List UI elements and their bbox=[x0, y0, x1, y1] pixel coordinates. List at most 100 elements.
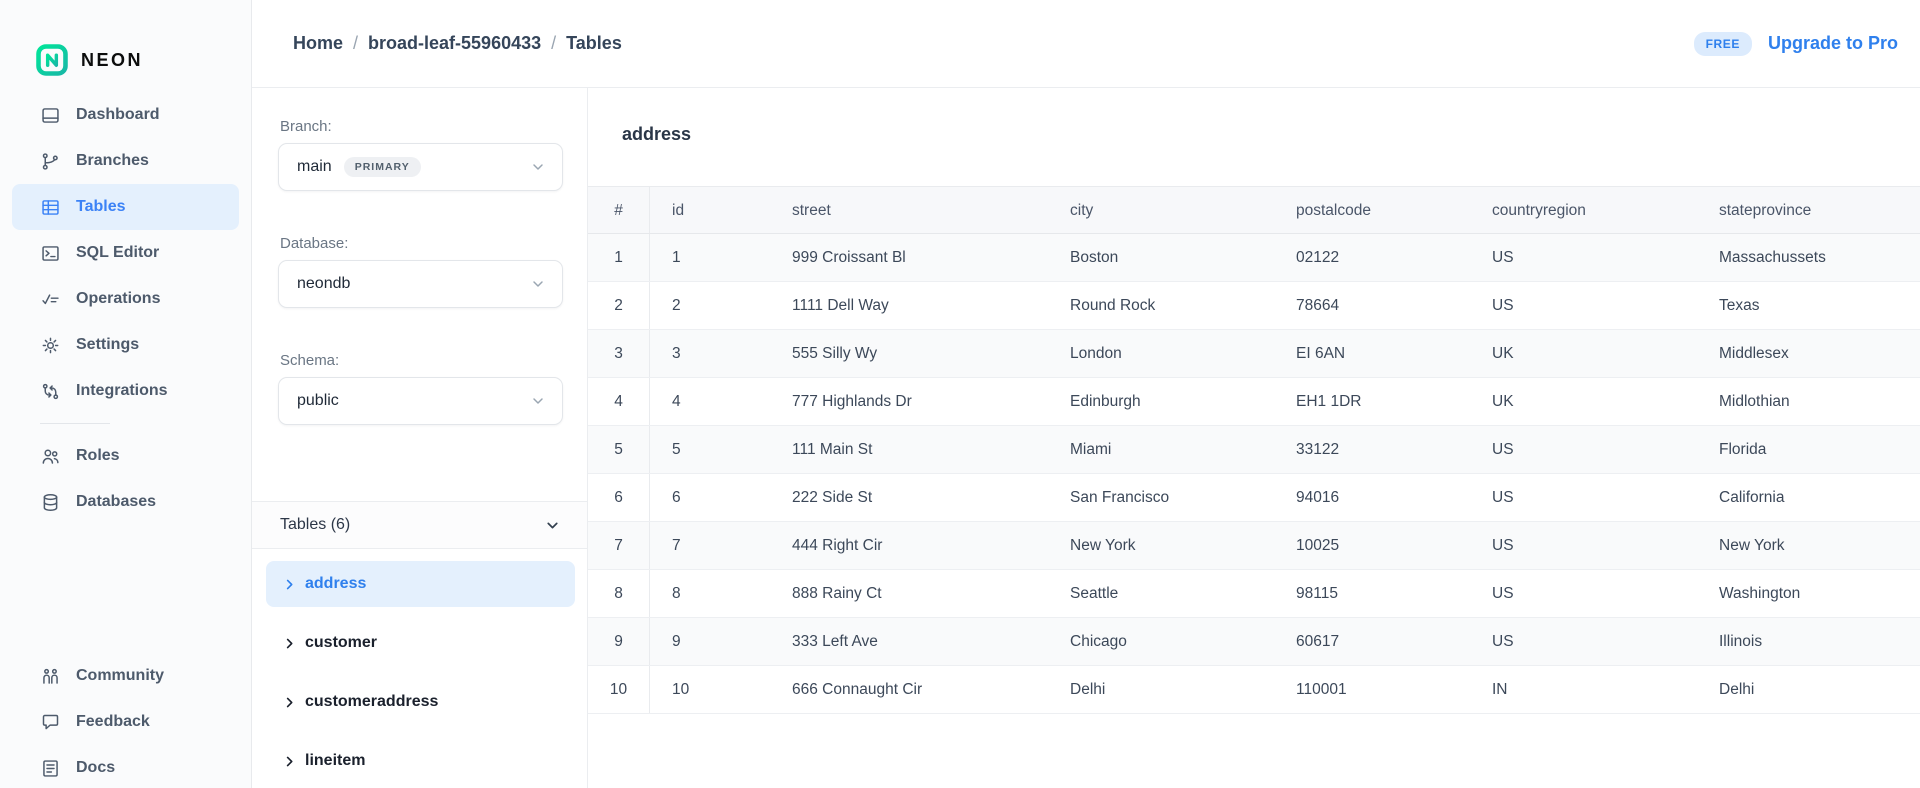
sidebar-item-tables[interactable]: Tables bbox=[12, 184, 239, 230]
cell: 2 bbox=[588, 282, 650, 329]
cell: IN bbox=[1470, 666, 1697, 713]
sidebar-item-label: Feedback bbox=[76, 713, 150, 731]
cell: 2 bbox=[650, 282, 770, 329]
cell: EI 6AN bbox=[1274, 330, 1470, 377]
cell: 5 bbox=[650, 426, 770, 473]
cell: 1111 Dell Way bbox=[770, 282, 1048, 329]
cell: Chicago bbox=[1048, 618, 1274, 665]
sidebar-item-label: Community bbox=[76, 667, 164, 685]
table-item-label: address bbox=[305, 575, 366, 593]
docs-icon bbox=[40, 758, 61, 779]
chevron-right-icon bbox=[282, 636, 297, 651]
cell: EH1 1DR bbox=[1274, 378, 1470, 425]
chevron-down-icon bbox=[544, 517, 561, 534]
column-header-row-number: # bbox=[588, 187, 650, 233]
schema-select[interactable]: public bbox=[278, 377, 563, 425]
integrations-icon bbox=[40, 381, 61, 402]
cell: Edinburgh bbox=[1048, 378, 1274, 425]
schema-label: Schema: bbox=[280, 352, 587, 369]
table-row: 33555 Silly WyLondonEI 6ANUKMiddlesex bbox=[588, 330, 1920, 378]
breadcrumb-project[interactable]: broad-leaf-55960433 bbox=[368, 33, 541, 54]
cell: 111 Main St bbox=[770, 426, 1048, 473]
cell: 7 bbox=[588, 522, 650, 569]
sidebar-item-integrations[interactable]: Integrations bbox=[12, 368, 239, 414]
cell: 9 bbox=[588, 618, 650, 665]
cell: 10 bbox=[588, 666, 650, 713]
column-header-countryregion: countryregion bbox=[1470, 187, 1697, 233]
database-value: neondb bbox=[297, 275, 350, 293]
top-header: Home / broad-leaf-55960433 / Tables FREE… bbox=[252, 0, 1920, 88]
breadcrumb-tables[interactable]: Tables bbox=[566, 33, 622, 54]
cell: 02122 bbox=[1274, 234, 1470, 281]
brand-wordmark: NEON bbox=[81, 50, 143, 71]
cell: New York bbox=[1048, 522, 1274, 569]
schema-value: public bbox=[297, 392, 339, 410]
chevron-right-icon bbox=[282, 577, 297, 592]
cell: 8 bbox=[650, 570, 770, 617]
sidebar-item-label: Roles bbox=[76, 447, 120, 465]
cell: Delhi bbox=[1048, 666, 1274, 713]
cell: UK bbox=[1470, 330, 1697, 377]
plan-badge: FREE bbox=[1694, 32, 1752, 56]
chevron-down-icon bbox=[530, 159, 546, 175]
table-row: 77444 Right CirNew York10025USNew York bbox=[588, 522, 1920, 570]
tables-section-header[interactable]: Tables (6) bbox=[252, 501, 587, 549]
cell: US bbox=[1470, 282, 1697, 329]
column-header-postalcode: postalcode bbox=[1274, 187, 1470, 233]
sidebar-item-roles[interactable]: Roles bbox=[12, 433, 239, 479]
cell: 1 bbox=[650, 234, 770, 281]
cell: Texas bbox=[1697, 282, 1920, 329]
table-item-address[interactable]: address bbox=[266, 561, 575, 607]
table-item-lineitem[interactable]: lineitem bbox=[266, 738, 575, 784]
sidebar-item-branches[interactable]: Branches bbox=[12, 138, 239, 184]
database-panel: Branch: main PRIMARY Database: neondb Sc… bbox=[252, 88, 588, 788]
sidebar-item-label: Integrations bbox=[76, 382, 168, 400]
sidebar-item-community[interactable]: Community bbox=[12, 653, 239, 699]
branch-select[interactable]: main PRIMARY bbox=[278, 143, 563, 191]
cell: 33122 bbox=[1274, 426, 1470, 473]
cell: Illinois bbox=[1697, 618, 1920, 665]
table-item-customer[interactable]: customer bbox=[266, 620, 575, 666]
sidebar: NEON Dashboard Branches Tables SQL Edito… bbox=[0, 0, 252, 788]
sidebar-item-dashboard[interactable]: Dashboard bbox=[12, 92, 239, 138]
cell: 4 bbox=[588, 378, 650, 425]
cell: San Francisco bbox=[1048, 474, 1274, 521]
sidebar-item-feedback[interactable]: Feedback bbox=[12, 699, 239, 745]
sidebar-item-label: Docs bbox=[76, 759, 115, 777]
cell: 98115 bbox=[1274, 570, 1470, 617]
settings-icon bbox=[40, 335, 61, 356]
table-item-customeraddress[interactable]: customeraddress bbox=[266, 679, 575, 725]
cell: Florida bbox=[1697, 426, 1920, 473]
cell: 7 bbox=[650, 522, 770, 569]
cell: Boston bbox=[1048, 234, 1274, 281]
operations-icon bbox=[40, 289, 61, 310]
chevron-down-icon bbox=[530, 276, 546, 292]
cell: 110001 bbox=[1274, 666, 1470, 713]
column-header-city: city bbox=[1048, 187, 1274, 233]
database-select[interactable]: neondb bbox=[278, 260, 563, 308]
table-row: 88888 Rainy CtSeattle98115USWashington bbox=[588, 570, 1920, 618]
cell: 78664 bbox=[1274, 282, 1470, 329]
cell: London bbox=[1048, 330, 1274, 377]
table-row: 44777 Highlands DrEdinburghEH1 1DRUKMidl… bbox=[588, 378, 1920, 426]
upgrade-to-pro-link[interactable]: Upgrade to Pro bbox=[1768, 33, 1898, 54]
branches-icon bbox=[40, 151, 61, 172]
neon-logo[interactable]: NEON bbox=[0, 0, 251, 92]
cell: US bbox=[1470, 522, 1697, 569]
cell: Middlesex bbox=[1697, 330, 1920, 377]
sidebar-item-docs[interactable]: Docs bbox=[12, 745, 239, 788]
cell: 1 bbox=[588, 234, 650, 281]
cell: 94016 bbox=[1274, 474, 1470, 521]
cell: 5 bbox=[588, 426, 650, 473]
cell: 444 Right Cir bbox=[770, 522, 1048, 569]
sidebar-item-operations[interactable]: Operations bbox=[12, 276, 239, 322]
cell: UK bbox=[1470, 378, 1697, 425]
sidebar-item-label: Databases bbox=[76, 493, 156, 511]
sidebar-item-databases[interactable]: Databases bbox=[12, 479, 239, 525]
cell: US bbox=[1470, 234, 1697, 281]
breadcrumb-home[interactable]: Home bbox=[293, 33, 343, 54]
community-icon bbox=[40, 666, 61, 687]
sidebar-item-settings[interactable]: Settings bbox=[12, 322, 239, 368]
cell: 10025 bbox=[1274, 522, 1470, 569]
sidebar-item-sql-editor[interactable]: SQL Editor bbox=[12, 230, 239, 276]
